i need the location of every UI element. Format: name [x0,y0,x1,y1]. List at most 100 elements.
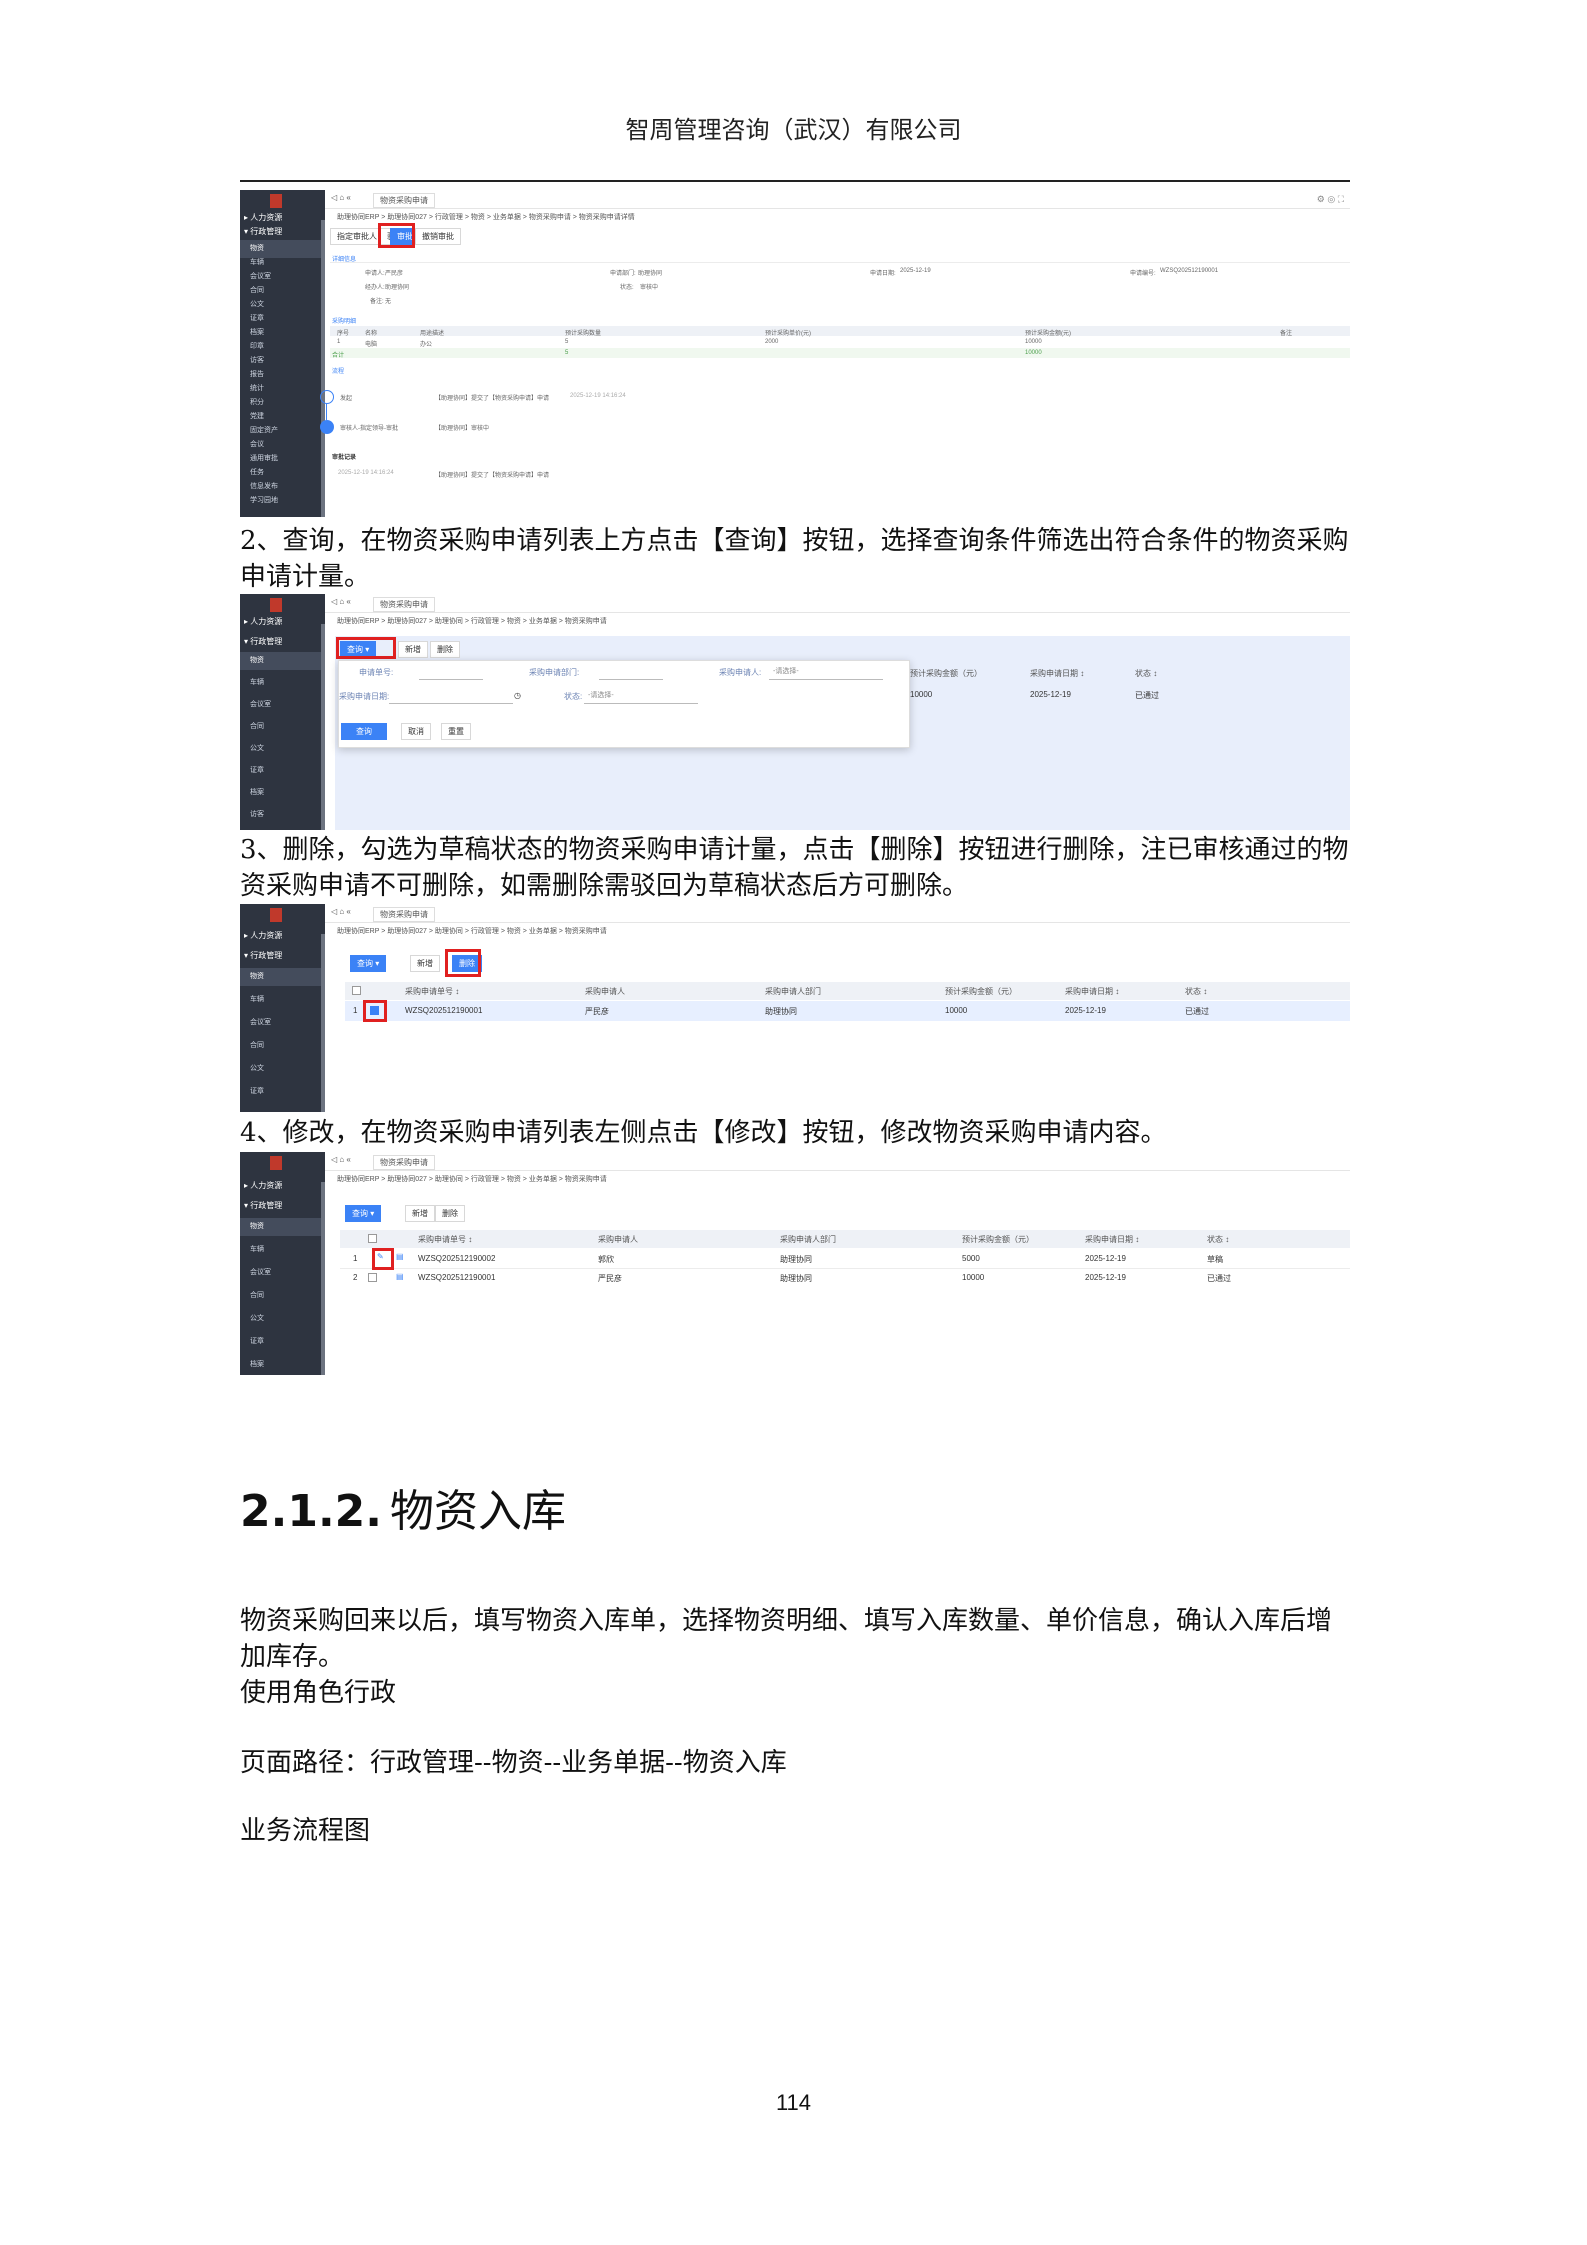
revoke-button[interactable]: 撤销审批 [415,228,461,245]
filter-status-select[interactable]: -请选择- [584,689,698,704]
flow-node-active-icon [320,420,334,434]
sidebar-item[interactable]: 会议室 [240,1014,325,1032]
column-header[interactable]: 采购申请日期 ↕ [1085,1234,1139,1245]
table-cell: 1 [353,1006,358,1015]
form-cancel-button[interactable]: 取消 [401,723,431,740]
form-query-button[interactable]: 查询 [341,723,387,740]
delete-button[interactable]: 删除 [430,641,460,658]
delete-button[interactable]: 删除 [435,1205,465,1222]
sidebar-scrollbar[interactable] [321,220,325,517]
sidebar-group-admin[interactable]: ▾ 行政管理 [244,950,282,961]
sidebar-item[interactable]: 合同 [240,1287,325,1305]
assign-approver-button[interactable]: 指定审批人 [330,228,384,245]
detail-cell: 办公 [420,342,433,348]
sidebar-group-hr[interactable]: ▸ 人力资源 [244,212,282,223]
add-button[interactable]: 新增 [398,641,428,658]
row-checkbox[interactable] [368,1273,377,1282]
dept-value: 助理协同 [638,271,663,277]
tab-material-purchase[interactable]: 物资采购申请 [373,907,435,922]
view-icon[interactable]: ▤ [396,1252,404,1261]
nav-arrows-icon[interactable]: ◁ ⌂ « [331,597,351,606]
sidebar-item[interactable]: 档案 [240,784,325,802]
sidebar-scrollbar[interactable] [321,624,325,830]
sidebar-item[interactable]: 证章 [240,762,325,780]
flow-node-2: 审核人-指定领导-审批 [340,426,398,432]
filter-date-label: 采购申请日期: [339,692,390,701]
applicant-label: 申请人: [365,271,385,277]
select-all-checkbox[interactable] [352,986,361,995]
handler-label: 经办人: [365,285,385,291]
form-reset-button[interactable]: 重置 [441,723,471,740]
sidebar-item[interactable]: 合同 [240,1037,325,1055]
tab-material-purchase[interactable]: 物资采购申请 [373,1155,435,1170]
sidebar-item[interactable]: 学习园地 [240,492,325,510]
screenshot-edit: ▸ 人力资源 ▾ 行政管理 物资车辆会议室合同公文证章档案 ◁ ⌂ « 物资采购… [240,1152,1350,1375]
column-header[interactable]: 状态 ↕ [1185,986,1207,997]
sidebar-group-admin[interactable]: ▾ 行政管理 [244,226,282,237]
column-header[interactable]: 采购申请人部门 [765,986,821,997]
sidebar-group-admin[interactable]: ▾ 行政管理 [244,636,282,647]
filter-applicant-select[interactable]: -请选择- [769,665,883,680]
query-button[interactable]: 查询 ▾ [350,955,387,972]
row-date: 2025-12-19 [1030,690,1071,699]
sidebar-item[interactable]: 档案 [240,1356,325,1374]
column-header[interactable]: 采购申请单号 ↕ [418,1234,472,1245]
sidebar-item[interactable]: 物资 [240,652,325,670]
nav-arrows-icon[interactable]: ◁ ⌂ « [331,907,351,916]
column-header[interactable]: 采购申请人 [585,986,625,997]
add-button[interactable]: 新增 [405,1205,435,1222]
sidebar-item[interactable]: 物资 [240,1218,325,1236]
sidebar-item[interactable]: 证章 [240,1333,325,1351]
nav-arrows-icon[interactable]: ◁ ⌂ « [331,1155,351,1164]
log-text: 【助理协同】提交了【物资采购申请】申请 [435,473,550,479]
sidebar-item[interactable]: 车辆 [240,1241,325,1259]
select-all-checkbox[interactable] [368,1234,377,1243]
detail-cell: 1 [337,339,341,345]
filter-no-input[interactable] [419,665,483,680]
col-status: 状态 ↕ [1135,669,1158,678]
sidebar-item[interactable]: 车辆 [240,674,325,692]
sidebar-scrollbar[interactable] [321,1182,325,1375]
column-header[interactable]: 采购申请人部门 [780,1234,836,1245]
add-button[interactable]: 新增 [410,955,440,972]
tab-material-purchase[interactable]: 物资采购申请 [373,597,435,612]
sidebar-group-hr[interactable]: ▸ 人力资源 [244,930,282,941]
sidebar-item[interactable]: 会议室 [240,696,325,714]
sidebar-item[interactable]: 车辆 [240,991,325,1009]
highlight-delete [445,949,481,977]
view-icon[interactable]: ▤ [396,1272,404,1281]
sidebar-group-admin[interactable]: ▾ 行政管理 [244,1200,282,1211]
sidebar-scrollbar[interactable] [321,934,325,1112]
filter-dept-input[interactable] [599,665,663,680]
sidebar-item[interactable]: 公文 [240,740,325,758]
sidebar-item[interactable]: 证章 [240,1083,325,1101]
tab-material-purchase[interactable]: 物资采购申请 [373,193,435,208]
table-cell: 1 [353,1254,358,1263]
column-header[interactable]: 采购申请日期 ↕ [1065,986,1119,997]
column-header[interactable]: 采购申请单号 ↕ [405,986,459,997]
sidebar-item[interactable]: 公文 [240,1310,325,1328]
column-header[interactable]: 预计采购金额（元） [962,1234,1034,1245]
toolbar-icons[interactable]: ⚙ ◎ ⛶ [1317,194,1344,205]
nav-arrows-icon[interactable]: ◁ ⌂ « [331,193,351,202]
column-header[interactable]: 采购申请人 [598,1234,638,1245]
table-cell: WZSQ202512190001 [405,1006,483,1015]
sidebar-item[interactable]: 物资 [240,968,325,986]
sidebar-item[interactable]: 合同 [240,718,325,736]
app-logo [270,1156,282,1170]
sidebar-item[interactable]: 访客 [240,806,325,824]
column-header[interactable]: 预计采购金额（元） [945,986,1017,997]
calendar-icon[interactable]: ◷ [514,691,521,700]
sidebar-group-hr[interactable]: ▸ 人力资源 [244,616,282,627]
filter-dept-label: 采购申请部门: [529,668,580,677]
filter-date-input[interactable] [389,689,513,704]
query-button[interactable]: 查询 ▾ [345,1205,382,1222]
table-cell: 2025-12-19 [1065,1006,1106,1015]
sidebar-item[interactable]: 会议室 [240,1264,325,1282]
body-paragraph-1: 物资采购回来以后，填写物资入库单，选择物资明细、填写入库数量、单价信息，确认入库… [240,1606,1333,1672]
sidebar-group-hr[interactable]: ▸ 人力资源 [244,1180,282,1191]
column-header[interactable]: 状态 ↕ [1207,1234,1229,1245]
detail-column-header: 预计采购数量 [565,331,602,337]
sidebar-item[interactable]: 公文 [240,1060,325,1078]
sidebar: ▸ 人力资源 ▾ 行政管理 物资 车辆 会议室 合同 公文 证章 档案 印章 访客 报告 统计 积分党… [240,190,325,517]
